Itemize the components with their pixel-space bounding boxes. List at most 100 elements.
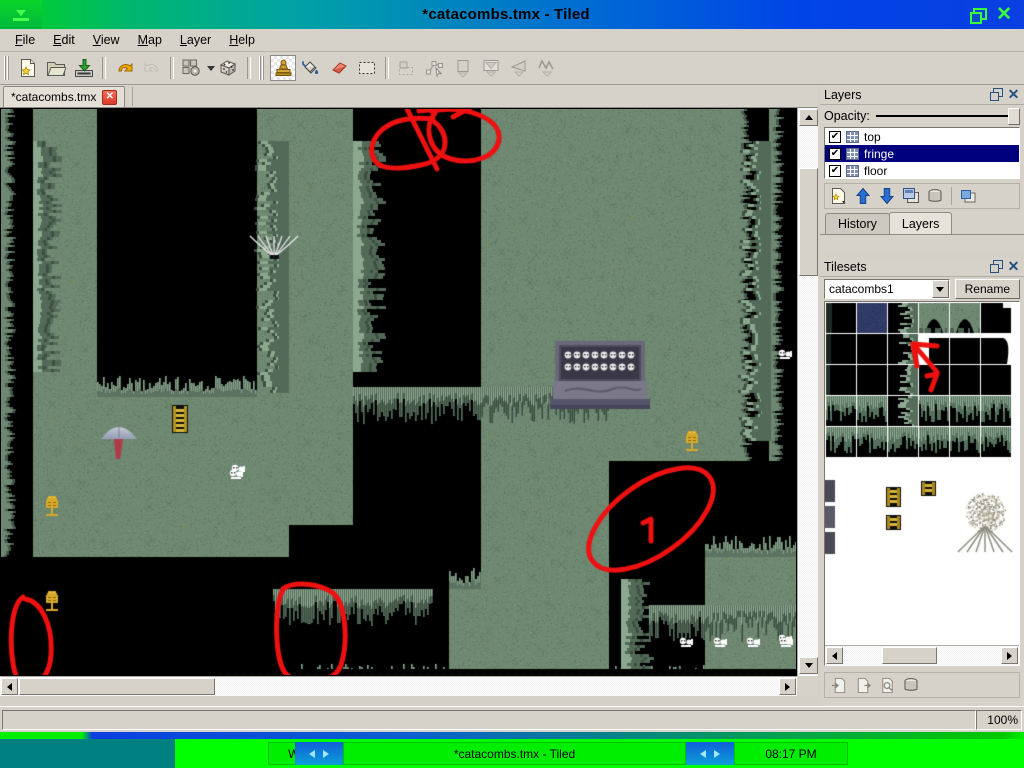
redo-icon (139, 55, 165, 81)
window-controls: ✕ (970, 5, 1024, 24)
map-viewport[interactable] (0, 108, 797, 676)
eraser-icon[interactable] (326, 55, 352, 81)
tools-grip[interactable] (259, 56, 266, 80)
float-panel-icon[interactable] (990, 88, 1003, 101)
insert-tile-icon (478, 55, 504, 81)
duplicate-layer-icon[interactable] (900, 185, 922, 207)
tab-history[interactable]: History (825, 213, 890, 234)
export-tileset-icon[interactable] (852, 674, 874, 696)
tileset-combo[interactable]: catacombs1 (824, 279, 950, 299)
rename-button[interactable]: Rename (954, 279, 1020, 299)
tileset-horizontal-scrollbar[interactable] (825, 645, 1019, 665)
open-file-icon[interactable] (43, 55, 69, 81)
scroll-right-icon[interactable] (1001, 647, 1018, 664)
nav-prev-icon[interactable] (700, 749, 706, 758)
window-nav[interactable] (686, 742, 734, 765)
opacity-row: Opacity: (820, 105, 1024, 127)
nav-next-icon[interactable] (323, 749, 329, 758)
save-file-icon[interactable] (71, 55, 97, 81)
tilesets-panel-title: Tilesets (824, 259, 867, 274)
restore-icon[interactable] (970, 7, 988, 24)
undo-icon[interactable] (111, 55, 137, 81)
tilesets-dock: Tilesets ✕ catacombs1 Rename (820, 257, 1024, 706)
dropdown-caret-icon[interactable] (207, 65, 215, 71)
close-icon[interactable]: ✕ (996, 5, 1012, 24)
layer-visibility-checkbox[interactable]: ✔ (829, 130, 841, 143)
menu-help[interactable]: Help (220, 30, 264, 50)
map-horizontal-scrollbar[interactable] (0, 676, 797, 696)
tileset-scroll-thumb[interactable] (882, 647, 937, 664)
chevron-down-icon[interactable] (931, 280, 949, 298)
taskbar: Workspace 1 *catacombs.tmx - Tiled 08:17… (0, 739, 1024, 768)
scroll-left-icon[interactable] (826, 647, 843, 664)
vertical-scroll-thumb[interactable] (799, 168, 818, 276)
random-mode-icon[interactable] (216, 55, 242, 81)
document-tab-strip: *catacombs.tmx ✕ (0, 85, 818, 108)
layer-buttons-row (824, 183, 1020, 209)
delete-layer-icon[interactable] (924, 185, 946, 207)
map-properties-icon[interactable] (179, 55, 205, 81)
zoom-level[interactable]: 100% (976, 709, 1022, 730)
map-canvas-area (0, 108, 818, 696)
opacity-slider[interactable] (875, 107, 1020, 125)
scroll-down-icon[interactable] (799, 657, 818, 674)
minimize-button[interactable] (0, 0, 42, 29)
taskbar-window-button[interactable]: *catacombs.tmx - Tiled (343, 742, 686, 765)
document-tab[interactable]: *catacombs.tmx ✕ (3, 86, 126, 107)
tileset-annotation-overlay (825, 302, 1019, 644)
tileset-view[interactable] (824, 301, 1020, 666)
insert-rectangle-icon (450, 55, 476, 81)
new-file-icon[interactable] (15, 55, 41, 81)
close-panel-icon[interactable]: ✕ (1007, 259, 1020, 273)
float-panel-icon[interactable] (990, 260, 1003, 273)
toolbar-grip[interactable] (4, 56, 11, 80)
layer-row-fringe[interactable]: ✔ fringe (825, 145, 1019, 162)
delete-tileset-icon[interactable] (900, 674, 922, 696)
tab-separator (132, 87, 133, 106)
tab-layers[interactable]: Layers (888, 212, 953, 234)
move-layer-up-icon[interactable] (852, 185, 874, 207)
menu-file[interactable]: File (6, 30, 44, 50)
tileset-combo-value: catacombs1 (829, 282, 894, 296)
layer-visibility-checkbox[interactable]: ✔ (829, 164, 841, 177)
layer-name: fringe (864, 146, 895, 161)
tilesets-dock-header: Tilesets ✕ (820, 257, 1024, 277)
scroll-left-icon[interactable] (1, 678, 18, 695)
tile-layer-icon (846, 130, 859, 143)
close-tab-icon[interactable]: ✕ (102, 89, 118, 105)
tileset-buttons-row (824, 672, 1020, 698)
menu-edit[interactable]: Edit (44, 30, 84, 50)
stamp-brush-icon[interactable] (270, 55, 296, 81)
title-bar: *catacombs.tmx - Tiled ✕ (0, 0, 1024, 29)
horizontal-scroll-thumb[interactable] (19, 678, 215, 695)
move-layer-down-icon[interactable] (876, 185, 898, 207)
menu-view[interactable]: View (84, 30, 129, 50)
layer-visibility-checkbox[interactable]: ✔ (829, 147, 841, 160)
layer-properties-icon[interactable] (957, 185, 979, 207)
toolbar-separator (102, 57, 106, 79)
opacity-knob[interactable] (1008, 108, 1020, 125)
bucket-fill-icon[interactable] (298, 55, 324, 81)
tile-map-canvas[interactable] (1, 109, 796, 675)
layer-row-floor[interactable]: ✔ floor (825, 162, 1019, 178)
nav-prev-icon[interactable] (309, 749, 315, 758)
layer-row-top[interactable]: ✔ top (825, 128, 1019, 145)
workspace-nav[interactable] (295, 742, 343, 765)
tileset-properties-icon[interactable] (876, 674, 898, 696)
rectangle-select-icon[interactable] (354, 55, 380, 81)
new-layer-icon[interactable] (828, 185, 850, 207)
nav-next-icon[interactable] (714, 749, 720, 758)
window-title: *catacombs.tmx - Tiled (422, 6, 590, 23)
close-panel-icon[interactable]: ✕ (1007, 87, 1020, 101)
status-bar: 100% (0, 706, 1024, 732)
menu-map[interactable]: Map (129, 30, 171, 50)
desktop-strip (0, 732, 1024, 739)
menu-layer[interactable]: Layer (171, 30, 220, 50)
scroll-right-icon[interactable] (779, 678, 796, 695)
layer-list[interactable]: ✔ top ✔ fringe ✔ floor (824, 127, 1020, 179)
status-message (2, 709, 976, 730)
import-tileset-icon[interactable] (828, 674, 850, 696)
map-vertical-scrollbar[interactable] (797, 108, 818, 676)
tileset-selector-row: catacombs1 Rename (820, 277, 1024, 301)
scroll-up-icon[interactable] (799, 109, 818, 126)
